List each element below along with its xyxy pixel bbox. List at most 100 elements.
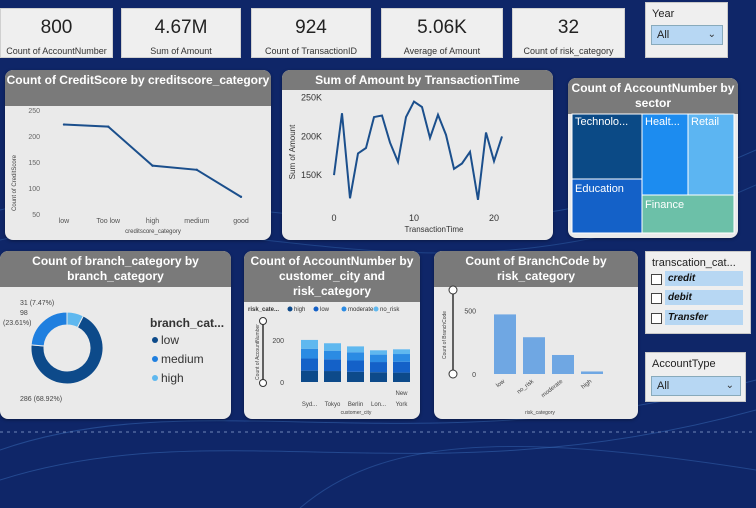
amount-line <box>333 100 503 200</box>
stacked-bar-segment <box>301 358 318 371</box>
x-axis-label: creditscore_category <box>125 229 181 235</box>
y-tick-label: 200K <box>301 131 322 141</box>
x-tick-label: York <box>396 402 409 408</box>
legend-marker <box>373 306 379 312</box>
stacked-bar-segment <box>347 346 364 353</box>
treemap-label: Education <box>575 183 624 195</box>
checkbox-icon[interactable] <box>651 274 662 285</box>
branch-code-risk-chart[interactable]: Count of BranchCode by risk_category Cou… <box>434 251 638 419</box>
y-tick-label: 0 <box>472 372 476 379</box>
account-type-dropdown[interactable]: All ⌄ <box>651 376 741 396</box>
slider-handle <box>448 285 458 295</box>
x-tick-label: high <box>581 379 594 391</box>
x-tick-label: medium <box>184 218 209 225</box>
y-tick-label: 500 <box>464 309 476 316</box>
stacked-bar-segment <box>393 349 410 355</box>
treemap-label: Retail <box>691 116 719 128</box>
kpi-card-transaction-count: 924 Count of TransactionID <box>251 8 371 58</box>
chevron-down-icon: ⌄ <box>725 380 734 391</box>
option-label: credit <box>665 271 743 286</box>
stacked-bar-segment <box>324 359 341 372</box>
amount-by-time-chart[interactable]: Sum of Amount by TransactionTime 150K 200… <box>282 70 553 240</box>
stacked-bar-segment <box>324 343 341 351</box>
legend-label: high <box>161 371 184 385</box>
treemap-label: Healt... <box>645 116 680 128</box>
stacked-bar-segment <box>301 339 318 349</box>
kpi-card-average-amount: 5.06K Average of Amount <box>381 8 503 58</box>
legend-label: low <box>320 307 330 313</box>
stacked-bar-segment <box>347 360 364 372</box>
treemap-label: Finance <box>645 199 684 211</box>
kpi-card-account-count: 800 Count of AccountNumber <box>0 8 113 58</box>
kpi-label: Average of Amount <box>403 46 481 56</box>
year-dropdown[interactable]: All ⌄ <box>651 25 723 45</box>
stacked-bar-segment <box>301 348 318 359</box>
branch-category-donut-chart[interactable]: Count of branch_category by branch_categ… <box>0 251 231 419</box>
data-point <box>62 123 66 126</box>
slider-handle <box>259 317 267 325</box>
y-tick-label: 250K <box>301 93 322 103</box>
stacked-bar-segment <box>370 354 387 363</box>
y-tick-label: 200 <box>272 338 284 345</box>
credit-score-chart[interactable]: Count of CreditScore by creditscore_cate… <box>5 70 271 240</box>
legend-label: low <box>161 333 179 347</box>
city-risk-stacked-chart[interactable]: Count of AccountNumber by customer_city … <box>244 251 420 419</box>
kpi-card-risk-count: 32 Count of risk_category <box>512 8 625 58</box>
amount-by-time-plot: 150K 200K 250K Sum of Amount 0 10 20 Transactio… <box>288 93 503 234</box>
stacked-bar-segment <box>393 372 410 382</box>
legend-label: no_risk <box>380 307 400 313</box>
y-axis-label: Sum of Amount <box>288 124 297 179</box>
x-tick-label: 20 <box>489 213 499 223</box>
x-tick-label: Syd... <box>302 402 318 408</box>
x-tick-label: moderate <box>541 378 565 399</box>
x-tick-label: Lon... <box>371 402 386 408</box>
data-point <box>239 195 243 199</box>
option-debit[interactable]: debit <box>651 290 746 306</box>
legend-label: medium <box>161 352 204 366</box>
x-tick-label: Too low <box>96 218 121 225</box>
kpi-value: 800 <box>40 17 73 38</box>
y-tick-label: 150 <box>28 160 40 167</box>
x-tick-label: New <box>395 391 408 397</box>
treemap-label: Technolo... <box>575 116 628 128</box>
option-label: Transfer <box>665 310 743 325</box>
stacked-bar-segment <box>324 350 341 360</box>
x-tick-label: Berlin <box>348 402 363 408</box>
x-tick-label: 10 <box>409 213 419 223</box>
y-tick-label: 0 <box>280 380 284 387</box>
city-risk-stacked-plot: risk_cate... high low moderate no_risk Count … <box>248 306 410 416</box>
transaction-slicer-title: transcation_cat... <box>652 257 736 269</box>
option-credit[interactable]: credit <box>651 271 746 287</box>
kpi-value: 32 <box>557 17 580 38</box>
stacked-bar-segment <box>393 361 410 373</box>
data-point <box>151 164 154 167</box>
data-label: 98 <box>20 310 28 317</box>
checkbox-icon[interactable] <box>651 313 662 324</box>
kpi-value: 924 <box>295 17 327 38</box>
data-point <box>107 125 110 128</box>
x-axis-label: customer_city <box>341 410 372 416</box>
data-label: (23.61%) <box>3 320 31 327</box>
kpi-label: Count of TransactionID <box>264 46 358 56</box>
transaction-category-slicer: transcation_cat... credit debit Transfer <box>645 251 751 334</box>
stacked-bar-segment <box>301 370 318 382</box>
y-tick-label: 150K <box>301 170 322 180</box>
stacked-bar-segment <box>393 354 410 362</box>
x-tick-label: no_risk <box>516 378 536 395</box>
year-slicer: Year All ⌄ <box>645 2 728 58</box>
x-tick-label: low <box>495 378 506 389</box>
credit-score-plot: 50 100 150 200 250 Count of CreditScore low Too… <box>12 108 249 235</box>
branch-code-risk-plot: Count of BranchCode 500 0 low no_risk moderat… <box>442 285 603 416</box>
checkbox-icon[interactable] <box>651 293 662 304</box>
stacked-bar-segment <box>370 350 387 355</box>
option-transfer[interactable]: Transfer <box>651 310 746 326</box>
legend-label: high <box>294 307 305 313</box>
legend-marker <box>287 306 293 312</box>
y-tick-label: 250 <box>28 108 40 115</box>
x-axis-label: TransactionTime <box>405 225 465 234</box>
sector-treemap-chart[interactable]: Count of AccountNumber by sector Technol… <box>568 78 738 238</box>
legend-marker <box>152 375 158 381</box>
year-dropdown-value: All <box>657 29 670 41</box>
legend-marker <box>313 306 319 312</box>
data-label: 286 (68.92%) <box>20 396 62 403</box>
